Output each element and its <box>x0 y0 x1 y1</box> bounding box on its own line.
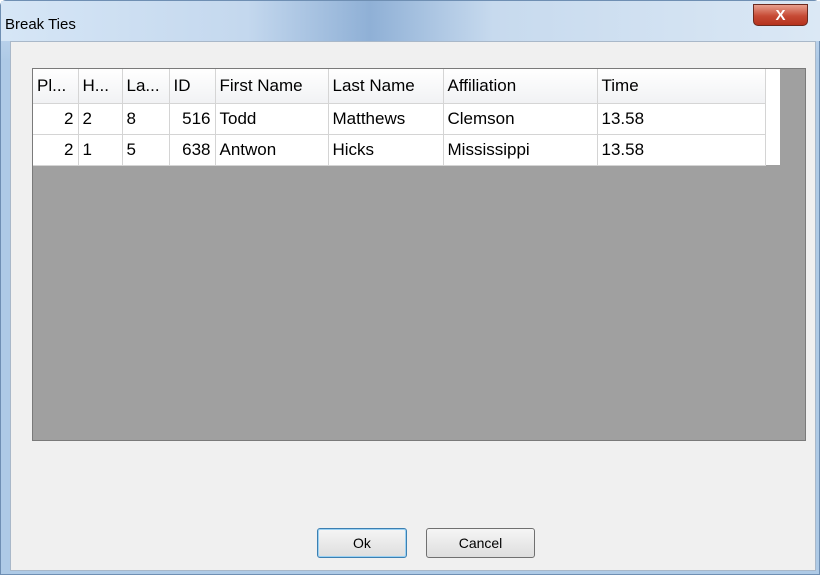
cell-heat[interactable]: 2 <box>78 103 123 135</box>
cell-first-name[interactable]: Antwon <box>215 134 329 166</box>
window-title: Break Ties <box>5 16 76 33</box>
cell-id[interactable]: 638 <box>169 134 216 166</box>
ok-button[interactable]: Ok <box>317 528 407 558</box>
cell-lane[interactable]: 8 <box>122 103 170 135</box>
cell-place[interactable]: 2 <box>33 103 79 135</box>
cell-heat[interactable]: 1 <box>78 134 123 166</box>
cell-lane[interactable]: 5 <box>122 134 170 166</box>
column-header-id[interactable]: ID <box>169 69 216 104</box>
column-header-first-name[interactable]: First Name <box>215 69 329 104</box>
column-header-last-name[interactable]: Last Name <box>328 69 444 104</box>
column-header-lane[interactable]: La... <box>122 69 170 104</box>
results-grid[interactable]: Pl... H... La... ID First Name Last Name… <box>32 68 806 441</box>
close-button[interactable]: X <box>753 4 808 26</box>
cell-first-name[interactable]: Todd <box>215 103 329 135</box>
table-row[interactable]: 2 1 5 638 Antwon Hicks Mississippi 13.58 <box>33 134 766 166</box>
cell-time[interactable]: 13.58 <box>597 134 766 166</box>
results-table: Pl... H... La... ID First Name Last Name… <box>33 69 766 166</box>
column-header-place[interactable]: Pl... <box>33 69 79 104</box>
cancel-button[interactable]: Cancel <box>426 528 535 558</box>
cell-id[interactable]: 516 <box>169 103 216 135</box>
cell-affiliation[interactable]: Clemson <box>443 103 598 135</box>
column-header-time[interactable]: Time <box>597 69 766 104</box>
cell-time[interactable]: 13.58 <box>597 103 766 135</box>
header-row: Pl... H... La... ID First Name Last Name… <box>33 69 766 104</box>
cell-last-name[interactable]: Hicks <box>328 134 444 166</box>
close-icon: X <box>775 6 786 24</box>
cell-place[interactable]: 2 <box>33 134 79 166</box>
cell-last-name[interactable]: Matthews <box>328 103 444 135</box>
title-bar[interactable]: Break Ties X <box>1 1 820 41</box>
cell-affiliation[interactable]: Mississippi <box>443 134 598 166</box>
column-header-affiliation[interactable]: Affiliation <box>443 69 598 104</box>
table-row[interactable]: 2 2 8 516 Todd Matthews Clemson 13.58 <box>33 103 766 135</box>
dialog-window: Break Ties X Pl... H... La... ID First N… <box>0 0 820 575</box>
column-header-heat[interactable]: H... <box>78 69 123 104</box>
